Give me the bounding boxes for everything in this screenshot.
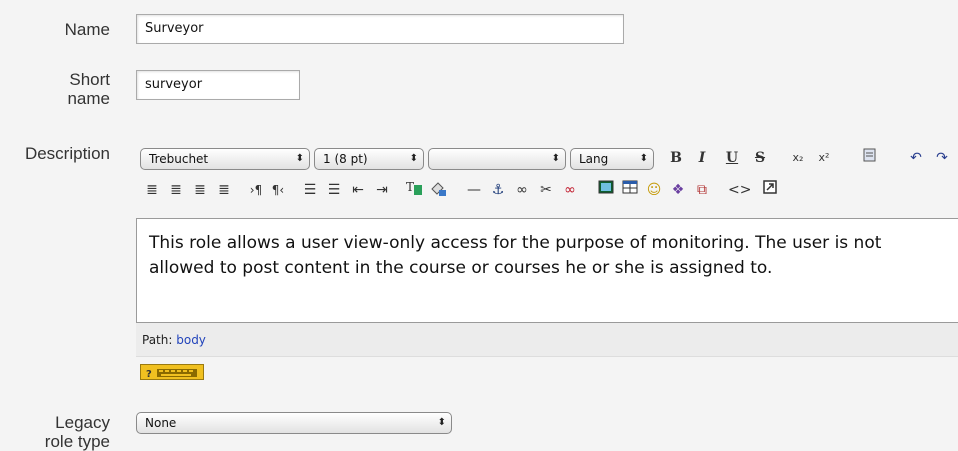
updown-icon: ⬍	[409, 153, 418, 164]
text-color-icon[interactable]: T	[404, 179, 424, 201]
table-icon[interactable]	[620, 179, 640, 201]
strikethrough-button[interactable]: S	[750, 147, 770, 169]
align-center-icon[interactable]: ≣	[166, 179, 186, 201]
undo-icon[interactable]: ↶	[906, 147, 926, 169]
updown-icon: ⬍	[437, 417, 446, 428]
link-icon[interactable]: ∞	[512, 179, 532, 201]
shortname-input[interactable]: surveyor	[136, 70, 300, 100]
shortname-label-line2: name	[67, 89, 110, 108]
name-label: Name	[64, 20, 110, 39]
horizontal-rule-icon[interactable]: —	[464, 179, 484, 201]
ordered-list-icon[interactable]: ☰	[300, 179, 320, 201]
html-source-icon[interactable]: <>	[728, 179, 751, 201]
redo-icon[interactable]: ↷	[932, 147, 952, 169]
paste-word-icon[interactable]	[860, 147, 880, 169]
legacy-label-line1: Legacy	[55, 413, 110, 432]
legacy-label: Legacy role type	[0, 413, 110, 451]
ltr-icon[interactable]: ›¶	[246, 179, 266, 201]
path-label: Path:	[142, 333, 173, 347]
editor-content[interactable]: This role allows a user view-only access…	[149, 231, 948, 281]
align-right-icon[interactable]: ≣	[190, 179, 210, 201]
legacy-role-select[interactable]: None ⬍	[136, 412, 452, 434]
smiley-icon[interactable]: ☺	[644, 179, 664, 201]
unordered-list-icon[interactable]: ☰	[324, 179, 344, 201]
shortname-label-line1: Short	[69, 70, 110, 89]
font-family-select[interactable]: Trebuchet ⬍	[140, 148, 310, 170]
rtl-icon[interactable]: ¶‹	[268, 179, 288, 201]
updown-icon: ⬍	[295, 153, 304, 164]
legacy-role-value: None	[145, 416, 177, 430]
format-select[interactable]: ⬍	[428, 148, 566, 170]
font-family-value: Trebuchet	[149, 152, 209, 166]
bold-button[interactable]: B	[666, 147, 686, 169]
name-input[interactable]: Surveyor	[136, 14, 624, 44]
keyboard-help-icon[interactable]: ?	[140, 364, 204, 380]
unlink-icon[interactable]: ✂	[536, 179, 556, 201]
font-size-select[interactable]: 1 (8 pt) ⬍	[314, 148, 424, 170]
path-link-body[interactable]: body	[176, 333, 206, 347]
description-label: Description	[24, 144, 110, 163]
background-color-icon[interactable]	[428, 179, 448, 201]
italic-button[interactable]: I	[692, 147, 712, 169]
lang-value: Lang	[579, 152, 609, 166]
find-replace-icon[interactable]: ⧉	[692, 179, 712, 201]
legacy-label-line2: role type	[44, 432, 110, 451]
anchor-icon[interactable]: ⚓	[488, 179, 508, 201]
align-left-icon[interactable]: ≣	[142, 179, 162, 201]
lang-select[interactable]: Lang ⬍	[570, 148, 654, 170]
subscript-button[interactable]: x₂	[788, 147, 808, 169]
indent-icon[interactable]: ⇥	[372, 179, 392, 201]
updown-icon: ⬍	[551, 153, 560, 164]
font-size-value: 1 (8 pt)	[323, 152, 368, 166]
updown-icon: ⬍	[639, 153, 648, 164]
image-icon[interactable]	[596, 179, 616, 201]
svg-text:?: ?	[146, 369, 152, 380]
fullscreen-icon[interactable]	[760, 179, 780, 201]
special-char-icon[interactable]: ❖	[668, 179, 688, 201]
nolink-icon[interactable]: ∞	[560, 179, 580, 201]
path-bar: Path: body	[136, 323, 958, 357]
description-editor[interactable]: This role allows a user view-only access…	[136, 218, 958, 323]
justify-icon[interactable]: ≣	[214, 179, 234, 201]
outdent-icon[interactable]: ⇤	[348, 179, 368, 201]
underline-button[interactable]: U	[722, 147, 742, 169]
shortname-label: Short name	[0, 70, 110, 108]
svg-text:T: T	[406, 180, 414, 194]
superscript-button[interactable]: x²	[814, 147, 834, 169]
